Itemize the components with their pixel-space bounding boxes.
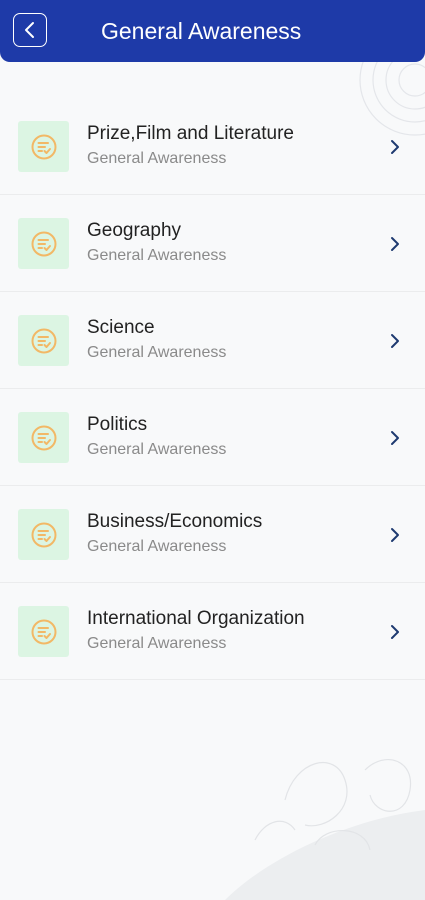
chevron-right-icon xyxy=(391,140,399,154)
category-subtitle: General Awareness xyxy=(87,150,227,167)
page-title: General Awareness xyxy=(101,18,302,44)
task-check-icon xyxy=(31,134,56,159)
category-title: Politics xyxy=(87,414,148,435)
category-list: Prize,Film and Literature General Awaren… xyxy=(0,98,425,680)
category-icon-box xyxy=(18,412,69,463)
task-check-icon xyxy=(31,231,56,256)
category-subtitle: General Awareness xyxy=(87,635,227,652)
task-check-icon xyxy=(31,425,56,450)
chevron-right-icon xyxy=(391,528,399,542)
category-icon-box xyxy=(18,509,69,560)
task-check-icon xyxy=(31,328,56,353)
chevron-right-icon xyxy=(391,625,399,639)
category-item-international-organization[interactable]: International Organization General Aware… xyxy=(0,583,425,680)
category-title: Science xyxy=(87,317,155,338)
task-check-icon xyxy=(31,522,56,547)
chevron-right-icon xyxy=(391,334,399,348)
category-subtitle: General Awareness xyxy=(87,538,227,555)
category-icon-box xyxy=(18,606,69,657)
category-subtitle: General Awareness xyxy=(87,441,227,458)
task-check-icon xyxy=(31,619,56,644)
chevron-left-icon xyxy=(25,22,34,38)
category-title: Business/Economics xyxy=(87,511,263,532)
category-item-business-economics[interactable]: Business/Economics General Awareness xyxy=(0,486,425,583)
back-button[interactable] xyxy=(13,13,47,47)
category-title: Prize,Film and Literature xyxy=(87,123,294,144)
category-icon-box xyxy=(18,315,69,366)
category-item-prize-film-literature[interactable]: Prize,Film and Literature General Awaren… xyxy=(0,98,425,195)
background-decoration-bottom xyxy=(225,759,425,900)
category-item-politics[interactable]: Politics General Awareness xyxy=(0,389,425,486)
chevron-right-icon xyxy=(391,237,399,251)
category-item-science[interactable]: Science General Awareness xyxy=(0,292,425,389)
category-subtitle: General Awareness xyxy=(87,247,227,264)
chevron-right-icon xyxy=(391,431,399,445)
category-subtitle: General Awareness xyxy=(87,344,227,361)
category-item-geography[interactable]: Geography General Awareness xyxy=(0,195,425,292)
category-title: International Organization xyxy=(87,608,305,629)
category-title: Geography xyxy=(87,220,182,241)
category-icon-box xyxy=(18,121,69,172)
category-icon-box xyxy=(18,218,69,269)
app-header: General Awareness xyxy=(0,0,425,62)
